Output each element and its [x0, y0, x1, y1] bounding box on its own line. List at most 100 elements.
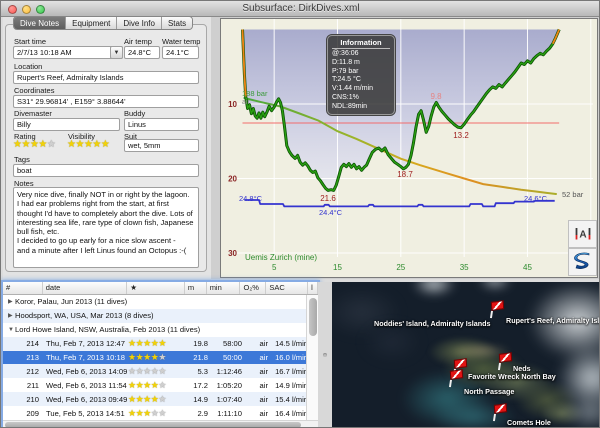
water-temp-input[interactable] [162, 46, 199, 59]
comets-hole-flag-icon[interactable] [494, 403, 507, 414]
buddy-input[interactable] [124, 118, 199, 131]
splitter-handle[interactable] [323, 353, 327, 357]
svg-text:24.4°C: 24.4°C [319, 208, 343, 217]
dive-list-horizontal-scrollbar[interactable] [3, 420, 318, 428]
expand-arrow-icon[interactable]: ▶ [3, 298, 15, 305]
cell-date: Thu, Feb 7, 2013 12:47 [43, 339, 128, 348]
column-header-2[interactable]: ★ [127, 282, 185, 294]
cell-num: 213 [3, 353, 43, 362]
table-map-splitter[interactable] [318, 282, 332, 428]
visibility-stars[interactable]: ★★★★★ [67, 139, 109, 150]
dive-sites-map[interactable]: Noddies' Island, Admiralty IslandsRupert… [332, 282, 600, 428]
star-filled-icon: ★ [75, 139, 83, 150]
dive-profile-chart[interactable]: 188 barair52 bar24.8°C24.4°C24.6°C21.618… [220, 18, 598, 278]
cell-min: 1:07:40 [208, 395, 242, 404]
cell-date: Thu, Feb 7, 2013 10:18 [43, 353, 128, 362]
expand-arrow-icon[interactable]: ▶ [3, 312, 15, 319]
star-filled-icon: ★ [128, 352, 136, 362]
dive-list-header[interactable]: #date★mminO₂%SACl [3, 282, 318, 295]
subsurface-logo-icon [573, 252, 593, 272]
cell-sac: 14.5 l/min [268, 339, 310, 348]
svg-text:21.6: 21.6 [320, 194, 336, 203]
air-temp-input[interactable] [124, 46, 160, 59]
cell-num: 211 [3, 381, 43, 390]
neds-flag-icon[interactable] [499, 352, 512, 363]
cell-stars: ★★★★★ [128, 338, 186, 349]
column-header-6[interactable]: SAC [266, 282, 308, 294]
star-filled-icon: ★ [38, 139, 46, 150]
column-header-0[interactable]: # [3, 282, 43, 294]
svg-text:5: 5 [272, 263, 277, 272]
dive-site-label: North Passage [464, 387, 514, 396]
map-terrain [362, 322, 422, 362]
dive-list-vertical-scrollbar[interactable] [306, 295, 318, 420]
column-header-1[interactable]: date [43, 282, 127, 294]
location-input[interactable] [13, 71, 199, 84]
dive-row[interactable]: 212Wed, Feb 6, 2013 14:09★★★★★5.31:12:46… [3, 364, 318, 378]
cell-o2: air [242, 367, 268, 376]
dive-row[interactable]: 209Tue, Feb 5, 2013 14:51★★★★★2.91:11:10… [3, 406, 318, 420]
column-header-3[interactable]: m [185, 282, 207, 294]
subsurface-logo-button[interactable] [568, 248, 597, 276]
tags-input[interactable] [13, 164, 199, 177]
coordinates-label: Coordinates [14, 86, 54, 95]
information-line: T:24.5 °C [332, 76, 390, 85]
start-time-input[interactable] [13, 46, 123, 59]
favorite-wreck-flag-icon[interactable] [454, 358, 467, 369]
rating-stars[interactable]: ★★★★★ [13, 139, 55, 150]
svg-text:35: 35 [460, 263, 469, 272]
cell-sac: 16.7 l/min [268, 367, 310, 376]
tab-dive-notes[interactable]: Dive Notes [14, 17, 66, 29]
tab-dive-info[interactable]: Dive Info [117, 17, 162, 29]
tab-stats[interactable]: Stats [162, 17, 192, 29]
cell-sac: 15.4 l/min [268, 395, 310, 404]
dive-row[interactable]: 214Thu, Feb 7, 2013 12:47★★★★★19.858:00a… [3, 337, 318, 351]
svg-text:air: air [242, 99, 250, 106]
svg-text:13.2: 13.2 [453, 131, 469, 140]
cell-num: 214 [3, 339, 43, 348]
notes-textarea[interactable]: Very nice dive, finally NOT in or right … [13, 187, 199, 268]
svg-text:24.6°C: 24.6°C [524, 194, 548, 203]
column-header-5[interactable]: O₂% [240, 282, 266, 294]
dive-list-table[interactable]: #date★mminO₂%SACl ▶Koror, Palau, Jun 201… [3, 282, 318, 428]
column-header-7[interactable]: l [308, 282, 318, 294]
suit-input[interactable] [124, 139, 199, 152]
trip-row[interactable]: ▶Koror, Palau, Jun 2013 (11 dives) [3, 295, 318, 309]
window-title: Subsurface: DirkDives.xml [1, 3, 600, 14]
air-temp-label: Air temp [124, 37, 152, 46]
dive-profile-zone: 188 barair52 bar24.8°C24.4°C24.6°C21.618… [211, 17, 600, 279]
dive-site-label: Rupert's Reef, Admiralty Islands [506, 316, 600, 325]
star-filled-icon: ★ [128, 408, 136, 418]
ruperts-reef-flag-icon[interactable] [491, 300, 504, 311]
collapse-arrow-icon[interactable]: ▼ [3, 327, 15, 333]
star-empty-icon: ★ [158, 394, 166, 404]
horizontal-scrollbar-thumb[interactable] [5, 422, 301, 428]
tab-equipment[interactable]: Equipment [66, 17, 117, 29]
cell-min: 58:00 [208, 339, 242, 348]
divemaster-label: Divemaster [14, 109, 52, 118]
coordinates-input[interactable] [13, 95, 199, 108]
cell-min: 1:11:10 [208, 409, 242, 418]
title-bar[interactable]: Subsurface: DirkDives.xml [1, 1, 600, 17]
start-time-dropdown-button[interactable]: ▼ [110, 46, 123, 59]
svg-text:10: 10 [228, 100, 237, 109]
dive-row[interactable]: 210Wed, Feb 6, 2013 09:49★★★★★14.91:07:4… [3, 392, 318, 406]
column-header-4[interactable]: min [207, 282, 241, 294]
north-passage-flag-icon[interactable] [450, 369, 463, 380]
information-title: Information [332, 38, 390, 49]
cell-m: 5.3 [186, 367, 208, 376]
information-line: D:11.8 m [332, 59, 390, 68]
cell-m: 19.8 [186, 339, 208, 348]
dive-row[interactable]: 211Wed, Feb 6, 2013 11:54★★★★★17.21:05:2… [3, 378, 318, 392]
divemaster-input[interactable] [13, 118, 120, 131]
ruler-tool-button[interactable]: A [568, 220, 597, 248]
cell-sac: 16.0 l/min [268, 353, 310, 362]
trip-row[interactable]: ▶Hoodsport, WA, USA, Mar 2013 (8 dives) [3, 309, 318, 323]
star-filled-icon: ★ [158, 338, 166, 348]
svg-text:Uemis Zurich (mine): Uemis Zurich (mine) [245, 253, 317, 262]
vertical-scrollbar-thumb[interactable] [309, 298, 317, 336]
profile-plot: 188 barair52 bar24.8°C24.4°C24.6°C21.618… [221, 19, 598, 278]
cell-stars: ★★★★★ [128, 366, 186, 377]
dive-row-selected[interactable]: 213Thu, Feb 7, 2013 10:18★★★★★21.850:00a… [3, 351, 318, 365]
trip-row[interactable]: ▼Lord Howe Island, NSW, Australia, Feb 2… [3, 323, 318, 337]
